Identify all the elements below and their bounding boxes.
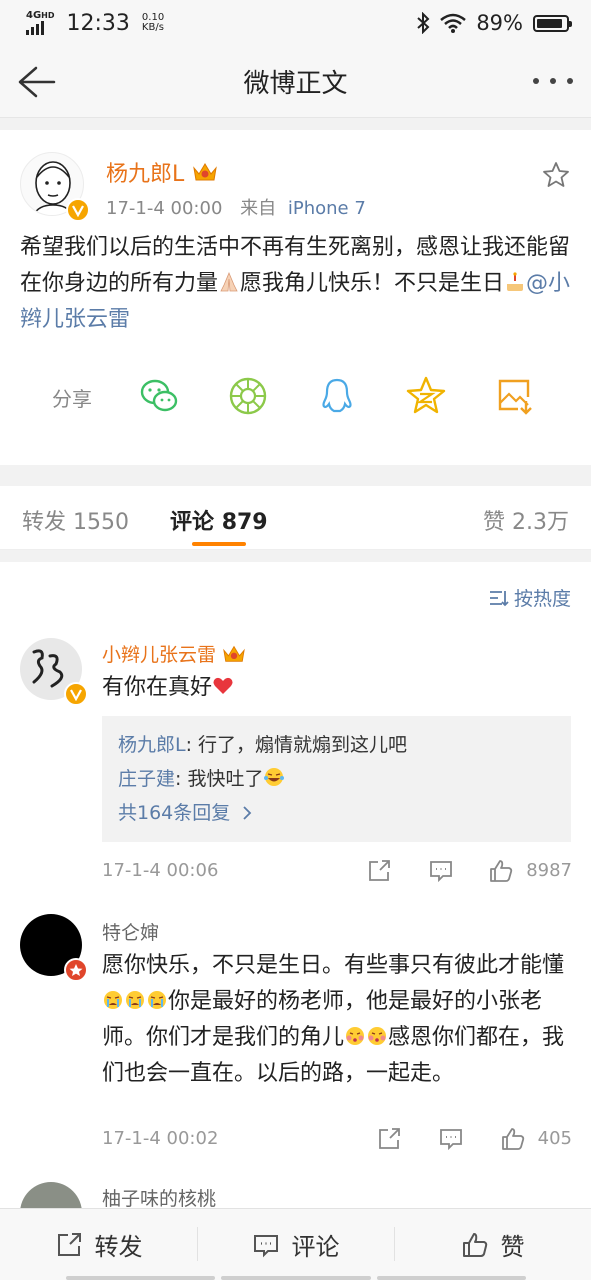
comments-list: 按热度 小辫儿张云雷 有你在真好 杨九郎L: 行了，煽情就煽到这儿吧 庄子建: …	[0, 562, 591, 1208]
comment-icon	[253, 1234, 278, 1257]
bottom-toolbar: 转发 评论 赞	[0, 1208, 591, 1280]
like-count: 405	[537, 1128, 572, 1149]
bluetooth-icon	[417, 12, 430, 34]
comment-avatar[interactable]	[20, 1182, 82, 1208]
share-icon[interactable]	[366, 858, 392, 884]
battery-icon	[533, 14, 572, 32]
battery-percent: 89%	[476, 11, 523, 35]
share-row: 分享	[0, 375, 591, 419]
post-card: 杨九郎L 17-1-4 00:00 来自 iPhone 7 希望我们以后的生活中…	[0, 130, 591, 465]
like-button[interactable]: 赞	[394, 1209, 591, 1280]
back-arrow-icon[interactable]	[14, 62, 58, 102]
post-avatar[interactable]	[20, 152, 90, 222]
more-replies-link[interactable]: 共164条回复	[118, 796, 555, 830]
thumbs-up-icon	[462, 1232, 487, 1257]
save-image-icon[interactable]	[494, 375, 536, 417]
reply-box[interactable]: 杨九郎L: 行了，煽情就煽到这儿吧 庄子建: 我快吐了 共164条回复	[102, 716, 571, 842]
qq-icon[interactable]	[316, 375, 358, 417]
comment-footer: 17-1-4 00:06 8987	[102, 858, 572, 888]
comment-footer: 17-1-4 00:02 405	[102, 1126, 572, 1156]
comment-item: 柚子味的核桃	[0, 1172, 591, 1208]
verified-badge-icon	[64, 682, 88, 706]
moments-icon[interactable]	[227, 375, 269, 417]
status-left: 4GHD 12:33 0.10 KB/s	[26, 11, 164, 36]
source-prefix: 来自	[240, 198, 277, 219]
comment-avatar[interactable]	[20, 914, 88, 982]
comment-item: 特仑婶 愿你快乐，不只是生日。有些事只有彼此才能懂你是最好的杨老师，他是最好的小…	[0, 902, 591, 1162]
post-source[interactable]: iPhone 7	[288, 198, 366, 219]
signal-icon	[26, 21, 55, 35]
crying-face-emoji	[126, 991, 144, 1009]
nav-bar: 微博正文	[0, 46, 591, 118]
tab-comments[interactable]: 评论 879	[170, 504, 268, 536]
wechat-icon[interactable]	[138, 375, 180, 417]
vip-crown-icon	[193, 163, 218, 181]
network-indicator: 4GHD	[26, 11, 55, 35]
crying-face-emoji	[104, 991, 122, 1009]
tab-repost[interactable]: 转发 1550	[22, 504, 129, 536]
comment-button[interactable]: 评论	[197, 1209, 394, 1280]
post-text: 希望我们以后的生活中不再有生死离别，感恩让我还能留在你身边的所有力量 愿我角儿快乐…	[20, 235, 571, 332]
comment-author[interactable]: 小辫儿张云雷	[102, 640, 246, 667]
comment-avatar[interactable]	[20, 638, 88, 706]
status-right: 89%	[416, 11, 572, 35]
comment-time: 17-1-4 00:02	[102, 1128, 219, 1149]
avatar	[20, 1182, 82, 1208]
network-type: 4GHD	[26, 10, 55, 21]
sort-icon	[489, 590, 509, 606]
comment-icon[interactable]	[438, 1126, 464, 1152]
comment-item: 小辫儿张云雷 有你在真好 杨九郎L: 行了，煽情就煽到这儿吧 庄子建: 我快吐了…	[0, 634, 591, 884]
comment-author[interactable]: 特仑婶	[102, 918, 159, 945]
comment-time: 17-1-4 00:06	[102, 860, 219, 881]
chevron-right-icon	[243, 806, 252, 820]
more-icon[interactable]	[533, 68, 573, 94]
kiss-face-emoji	[368, 1027, 387, 1045]
share-icon[interactable]	[376, 1126, 402, 1152]
sort-by-hot-button[interactable]: 按热度	[488, 584, 571, 611]
wifi-icon	[440, 13, 467, 33]
share-label: 分享	[52, 387, 92, 411]
birthday-cake-emoji	[507, 272, 524, 291]
tab-bar: 转发 1550 评论 879 赞 2.3万	[0, 486, 591, 550]
qzone-icon[interactable]	[405, 375, 447, 417]
clock: 12:33	[66, 10, 130, 36]
kiss-face-emoji	[346, 1027, 365, 1045]
repost-button[interactable]: 转发	[0, 1209, 197, 1280]
reply-item: 杨九郎L: 行了，煽情就煽到这儿吧	[118, 734, 408, 756]
status-bar: 4GHD 12:33 0.10 KB/s 89%	[0, 0, 591, 46]
thumbs-up-icon[interactable]	[500, 1126, 526, 1152]
post-time: 17-1-4 00:00	[106, 198, 223, 219]
author-name[interactable]: 杨九郎L	[106, 156, 184, 188]
page-title: 微博正文	[243, 69, 348, 99]
home-indicator	[66, 1276, 526, 1280]
crying-face-emoji	[148, 991, 166, 1009]
weibo-detail-screen: 4GHD 12:33 0.10 KB/s 89% 微博正文 杨九郎L 17-1-…	[0, 0, 591, 1280]
thumbs-up-icon[interactable]	[488, 858, 514, 884]
tab-likes[interactable]: 赞 2.3万	[483, 504, 569, 536]
repost-icon	[57, 1232, 81, 1256]
post-author[interactable]: 杨九郎L	[106, 156, 218, 188]
active-tab-indicator	[192, 542, 246, 546]
comment-icon[interactable]	[428, 858, 454, 884]
red-heart-emoji	[213, 677, 233, 694]
favorite-star-icon[interactable]	[541, 160, 571, 190]
comment-text: 有你在真好	[102, 670, 572, 706]
laughing-tears-emoji	[264, 768, 285, 786]
like-count: 8987	[526, 860, 572, 881]
reply-item: 庄子建: 我快吐了	[118, 762, 555, 796]
net-speed: 0.10 KB/s	[141, 12, 165, 33]
member-badge-icon	[64, 958, 88, 982]
post-meta: 17-1-4 00:00 来自 iPhone 7	[106, 194, 366, 220]
praying-hands-emoji	[220, 271, 238, 292]
comment-text: 愿你快乐，不只是生日。有些事只有彼此才能懂你是最好的杨老师，他是最好的小张老师。…	[102, 953, 565, 1086]
verified-badge-icon	[66, 198, 90, 222]
comment-author[interactable]: 柚子味的核桃	[102, 1184, 216, 1208]
vip-crown-icon	[223, 645, 245, 662]
